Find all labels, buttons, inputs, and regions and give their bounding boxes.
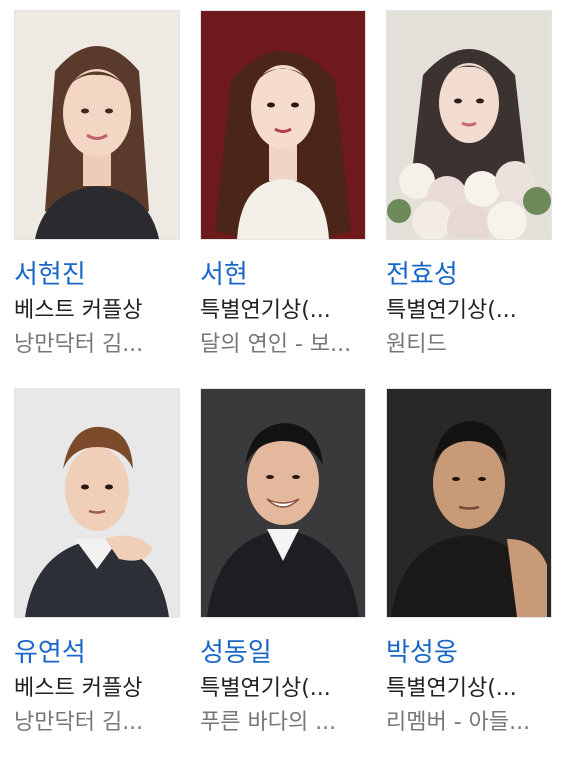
portrait-image bbox=[15, 389, 179, 617]
portrait-photo[interactable] bbox=[200, 10, 366, 240]
person-name[interactable]: 유연석 bbox=[14, 636, 86, 670]
award-label: 특별연기상(... bbox=[200, 298, 331, 323]
person-card[interactable]: 유연석 베스트 커플상 낭만닥터 김... bbox=[14, 388, 180, 766]
portrait-photo[interactable] bbox=[14, 10, 180, 240]
person-card[interactable]: 전효성 특별연기상(... 원티드 bbox=[386, 10, 552, 388]
award-label: 베스트 커플상 bbox=[14, 298, 143, 323]
work-title: 낭만닥터 김... bbox=[14, 710, 144, 735]
portrait-image bbox=[201, 389, 365, 617]
person-card[interactable]: 박성웅 특별연기상(... 리멤버 - 아들... bbox=[386, 388, 552, 766]
person-name[interactable]: 서현 bbox=[200, 258, 248, 292]
person-name[interactable]: 박성웅 bbox=[386, 636, 458, 670]
person-name[interactable]: 성동일 bbox=[200, 636, 272, 670]
person-grid: 서현진 베스트 커플상 낭만닥터 김... 서현 특별연기상(... 달의 연인… bbox=[14, 10, 552, 766]
portrait-photo[interactable] bbox=[14, 388, 180, 618]
award-label: 특별연기상(... bbox=[200, 676, 331, 701]
portrait-image bbox=[15, 11, 179, 239]
portrait-photo[interactable] bbox=[200, 388, 366, 618]
person-name[interactable]: 서현진 bbox=[14, 258, 86, 292]
award-label: 특별연기상(... bbox=[386, 298, 517, 323]
portrait-photo[interactable] bbox=[386, 388, 552, 618]
portrait-image bbox=[387, 389, 551, 617]
portrait-image bbox=[201, 11, 365, 239]
person-card[interactable]: 서현진 베스트 커플상 낭만닥터 김... bbox=[14, 10, 180, 388]
work-title: 달의 연인 - 보... bbox=[200, 332, 352, 357]
person-name[interactable]: 전효성 bbox=[386, 258, 458, 292]
portrait-image bbox=[387, 11, 551, 239]
work-title: 리멤버 - 아들... bbox=[386, 710, 531, 735]
work-title: 원티드 bbox=[386, 332, 447, 357]
award-label: 특별연기상(... bbox=[386, 676, 517, 701]
person-card[interactable]: 성동일 특별연기상(... 푸른 바다의 ... bbox=[200, 388, 366, 766]
person-card[interactable]: 서현 특별연기상(... 달의 연인 - 보... bbox=[200, 10, 366, 388]
portrait-photo[interactable] bbox=[386, 10, 552, 240]
work-title: 낭만닥터 김... bbox=[14, 332, 144, 357]
work-title: 푸른 바다의 ... bbox=[200, 710, 337, 735]
award-label: 베스트 커플상 bbox=[14, 676, 143, 701]
